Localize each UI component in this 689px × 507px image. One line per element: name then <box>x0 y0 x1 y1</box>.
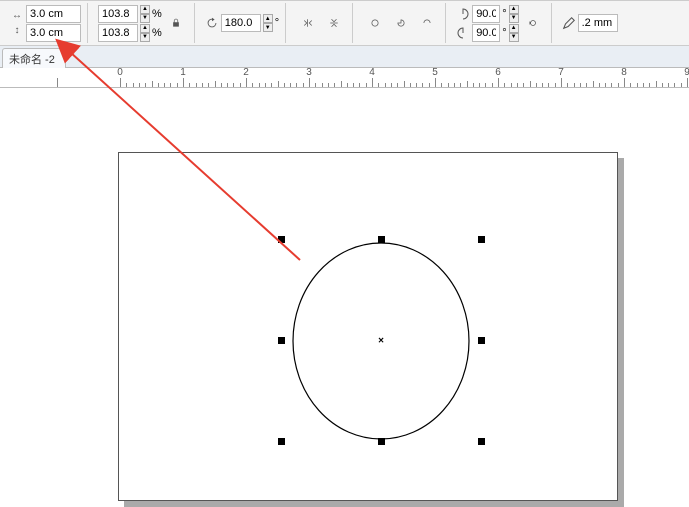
ellipse-type-group <box>357 3 446 43</box>
degree-label: ° <box>502 8 506 20</box>
degree-label: ° <box>275 17 279 29</box>
selection-center-mark: × <box>378 336 384 347</box>
ruler-label: 0 <box>117 67 123 78</box>
canvas[interactable]: × <box>0 88 689 501</box>
selection-handle-se[interactable] <box>478 438 485 445</box>
outline-width-input[interactable] <box>578 14 618 32</box>
selection-handle-w[interactable] <box>278 337 285 344</box>
outline-group <box>556 3 624 43</box>
rotation-input[interactable] <box>221 14 261 32</box>
pen-icon <box>562 16 576 30</box>
mirror-vertical-button[interactable] <box>322 11 346 35</box>
rotation-group: ▲ ▼ ° <box>199 3 286 43</box>
tab-bar: 未命名 -2 <box>0 46 689 68</box>
width-icon: ↔ <box>10 9 24 23</box>
ellipse-arc-button[interactable] <box>415 11 439 35</box>
arc-direction-button[interactable] <box>521 11 545 35</box>
selection-handle-ne[interactable] <box>478 236 485 243</box>
percent-label: % <box>152 27 162 39</box>
scale-y-up[interactable]: ▲ <box>140 24 150 33</box>
lock-ratio-button[interactable] <box>164 11 188 35</box>
scale-x-input[interactable] <box>98 5 138 23</box>
ruler-label: 3 <box>306 67 312 78</box>
ruler-label: 1 <box>180 67 186 78</box>
ruler-label: 7 <box>558 67 564 78</box>
rotation-up[interactable]: ▲ <box>263 14 273 23</box>
selection-handle-nw[interactable] <box>278 236 285 243</box>
percent-label: % <box>152 8 162 20</box>
arc-start-spinner[interactable]: ▲ ▼ <box>509 5 519 23</box>
scale-y-down[interactable]: ▼ <box>140 33 150 42</box>
arc-start-input[interactable] <box>472 5 500 23</box>
mirror-horizontal-button[interactable] <box>296 11 320 35</box>
ruler-label: 8 <box>621 67 627 78</box>
arc-start-down[interactable]: ▼ <box>509 14 519 23</box>
scale-y-spinner[interactable]: ▲ ▼ <box>140 24 150 42</box>
mirror-group <box>290 3 353 43</box>
scale-x-down[interactable]: ▼ <box>140 14 150 23</box>
arc-end-spinner[interactable]: ▲ ▼ <box>509 24 519 42</box>
arc-end-input[interactable] <box>472 24 500 42</box>
rotation-down[interactable]: ▼ <box>263 23 273 32</box>
ruler-label: 4 <box>369 67 375 78</box>
height-input[interactable] <box>26 24 81 42</box>
degree-label: ° <box>502 27 506 39</box>
selection-handle-sw[interactable] <box>278 438 285 445</box>
selection-handle-e[interactable] <box>478 337 485 344</box>
arc-start-up[interactable]: ▲ <box>509 5 519 14</box>
horizontal-ruler: 0 1 2 3 4 5 6 7 8 9 <box>0 68 689 88</box>
selection-handle-s[interactable] <box>378 438 385 445</box>
size-group: ↔ ↕ <box>4 3 88 43</box>
scale-x-up[interactable]: ▲ <box>140 5 150 14</box>
arc-start-icon <box>456 7 470 21</box>
ruler-label: 9 <box>684 67 689 78</box>
tab-label: 未命名 -2 <box>9 54 55 66</box>
scale-y-input[interactable] <box>98 24 138 42</box>
ellipse-pie-button[interactable] <box>389 11 413 35</box>
rotation-spinner[interactable]: ▲ ▼ <box>263 14 273 32</box>
ruler-label: 5 <box>432 67 438 78</box>
ellipse-full-button[interactable] <box>363 11 387 35</box>
arc-end-icon <box>456 26 470 40</box>
arc-end-up[interactable]: ▲ <box>509 24 519 33</box>
property-bar: ↔ ↕ ▲ ▼ % ▲ ▼ % <box>0 0 689 46</box>
height-icon: ↕ <box>10 24 24 38</box>
ruler-label: 2 <box>243 67 249 78</box>
width-input[interactable] <box>26 5 81 23</box>
document-tab[interactable]: 未命名 -2 <box>2 48 66 68</box>
selection-handle-n[interactable] <box>378 236 385 243</box>
scale-group: ▲ ▼ % ▲ ▼ % <box>92 3 195 43</box>
arc-end-down[interactable]: ▼ <box>509 33 519 42</box>
arc-angle-group: ° ▲ ▼ ° ▲ ▼ <box>450 3 551 43</box>
scale-x-spinner[interactable]: ▲ ▼ <box>140 5 150 23</box>
rotate-icon <box>205 16 219 30</box>
ruler-label: 6 <box>495 67 501 78</box>
